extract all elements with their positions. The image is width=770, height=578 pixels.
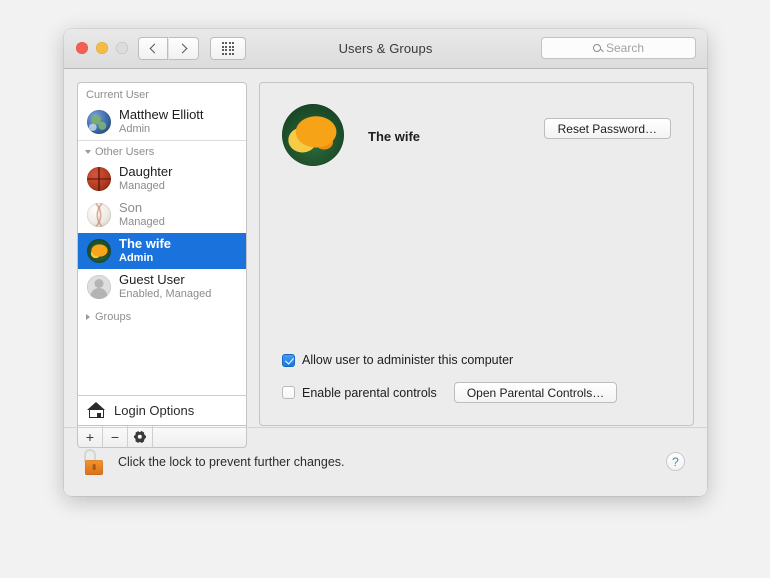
user-role: Admin (119, 122, 151, 135)
allow-admin-checkbox[interactable] (282, 353, 295, 367)
user-name: Matthew Elliott (119, 106, 204, 122)
baseball-avatar-icon (87, 202, 111, 227)
user-name: Guest User (119, 271, 185, 287)
login-options-label: Login Options (114, 403, 195, 418)
enable-parental-controls-label: Enable parental controls (302, 385, 437, 400)
search-icon (592, 44, 601, 52)
flower-avatar-icon (87, 238, 111, 263)
group-header-other-users[interactable]: Other Users (78, 140, 246, 161)
user-name: Daughter (119, 163, 173, 179)
allow-admin-label: Allow user to administer this computer (302, 353, 514, 367)
user-meta: Guest User Enabled, Managed (119, 271, 212, 301)
guest-avatar-icon (87, 274, 111, 299)
user-name: Son (119, 199, 143, 215)
disclosure-triangle-icon (86, 314, 90, 320)
open-parental-controls-button[interactable]: Open Parental Controls… (453, 382, 618, 403)
search-input[interactable]: Search (541, 37, 696, 59)
reset-password-button[interactable]: Reset Password… (543, 118, 671, 139)
group-header-label: Groups (95, 311, 132, 323)
group-header-groups[interactable]: Groups (78, 305, 246, 326)
user-meta: Matthew Elliott Admin (119, 106, 204, 136)
list-item-matthew-elliott[interactable]: Matthew Elliott Admin (78, 104, 246, 140)
detail-footer: Allow user to administer this computer E… (282, 353, 671, 403)
list-item-son[interactable]: Son Managed (78, 197, 246, 233)
user-avatar[interactable] (282, 104, 344, 166)
basketball-avatar-icon (87, 166, 111, 191)
group-header-current-user: Current User (78, 83, 246, 104)
lock-message: Click the lock to prevent further change… (118, 454, 345, 469)
login-options-button[interactable]: Login Options (78, 395, 246, 425)
user-meta: Daughter Managed (119, 163, 173, 193)
group-header-label: Current User (86, 89, 149, 101)
list-item-the-wife[interactable]: The wife Admin (78, 233, 246, 269)
window-titlebar: Users & Groups Search (64, 29, 707, 69)
parental-controls-row: Enable parental controls Open Parental C… (282, 382, 671, 403)
user-list: Current User Matthew Elliott Admin Other… (78, 83, 246, 395)
user-meta: The wife Admin (119, 235, 172, 265)
detail-user-name: The wife (368, 129, 421, 144)
group-header-label: Other Users (95, 146, 155, 158)
user-role: Managed (119, 179, 165, 192)
list-item-daughter[interactable]: Daughter Managed (78, 161, 246, 197)
pane-columns: Current User Matthew Elliott Admin Other… (77, 82, 694, 426)
lock-bar: Click the lock to prevent further change… (64, 427, 707, 495)
user-meta: Son Managed (119, 199, 165, 229)
user-list-sidebar: Current User Matthew Elliott Admin Other… (77, 82, 247, 426)
unlocked-padlock-icon[interactable] (83, 448, 105, 475)
house-icon (87, 402, 106, 419)
admin-checkbox-row: Allow user to administer this computer (282, 353, 671, 367)
help-button[interactable]: ? (666, 452, 685, 471)
user-role: Admin (119, 251, 154, 264)
users-and-groups-window: Users & Groups Search Current User Matth… (64, 29, 707, 496)
list-item-guest-user[interactable]: Guest User Enabled, Managed (78, 269, 246, 305)
search-placeholder: Search (605, 41, 645, 55)
disclosure-triangle-icon (85, 150, 91, 154)
enable-parental-controls-checkbox[interactable] (282, 386, 295, 399)
user-role: Managed (119, 215, 165, 228)
user-detail-panel: The wife Reset Password… Allow user to a… (259, 82, 694, 426)
detail-header: The wife Reset Password… (260, 83, 693, 166)
user-name: The wife (119, 235, 172, 251)
preference-pane-body: Current User Matthew Elliott Admin Other… (64, 69, 707, 495)
globe-avatar-icon (87, 109, 111, 134)
user-role: Enabled, Managed (119, 287, 212, 300)
